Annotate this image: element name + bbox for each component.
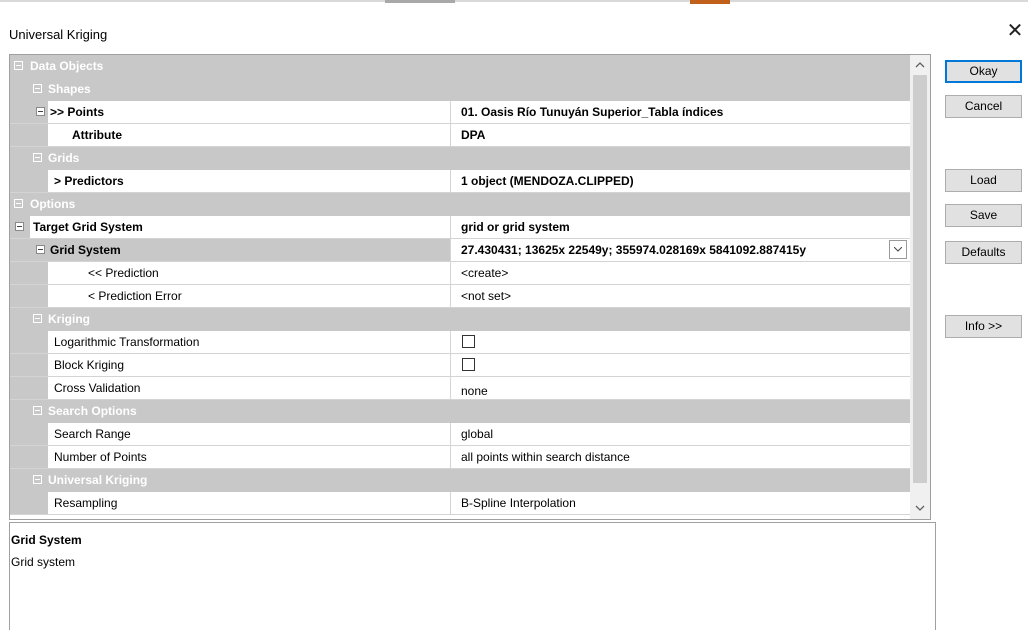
- category-grids[interactable]: Grids: [10, 147, 910, 170]
- background-window-edge: [0, 0, 1028, 4]
- category-label: Options: [30, 197, 76, 211]
- collapse-icon[interactable]: [33, 475, 42, 484]
- property-grid[interactable]: Data Objects Shapes >> Points 01. Oasis …: [9, 54, 931, 520]
- scroll-down-icon[interactable]: [913, 501, 927, 515]
- property-row-resampling[interactable]: Resampling B-Spline Interpolation: [10, 492, 910, 515]
- description-text: Grid system: [11, 555, 76, 569]
- property-label: Search Range: [54, 427, 131, 441]
- property-value[interactable]: grid or grid system: [461, 216, 570, 238]
- grid-system-dropdown[interactable]: [889, 240, 907, 259]
- title-bar: Universal Kriging ✕: [0, 6, 1028, 50]
- property-label: Grid System: [50, 243, 121, 257]
- category-label: Shapes: [48, 82, 91, 96]
- property-label: Resampling: [54, 496, 118, 510]
- property-row-grid-system[interactable]: Grid System 27.430431; 13625x 22549y; 35…: [10, 239, 910, 262]
- category-label: Grids: [48, 151, 80, 165]
- collapse-icon[interactable]: [14, 199, 23, 208]
- property-value[interactable]: <not set>: [461, 285, 511, 307]
- collapse-icon[interactable]: [15, 222, 24, 231]
- cancel-button[interactable]: Cancel: [945, 95, 1022, 118]
- property-row-search-range[interactable]: Search Range global: [10, 423, 910, 446]
- category-label: Data Objects: [30, 59, 104, 73]
- property-value[interactable]: all points within search distance: [461, 446, 630, 468]
- property-row-points[interactable]: >> Points 01. Oasis Río Tunuyán Superior…: [10, 101, 910, 124]
- vertical-scrollbar[interactable]: [910, 55, 930, 519]
- property-value[interactable]: 01. Oasis Río Tunuyán Superior_Tabla índ…: [461, 101, 723, 123]
- property-row-predictors[interactable]: > Predictors 1 object (MENDOZA.CLIPPED): [10, 170, 910, 193]
- block-kriging-checkbox[interactable]: [462, 358, 475, 371]
- log-transform-checkbox[interactable]: [462, 335, 475, 348]
- property-label: Attribute: [72, 128, 122, 142]
- property-label: > Predictors: [54, 174, 124, 188]
- category-label: Search Options: [48, 404, 137, 418]
- property-value[interactable]: DPA: [461, 124, 485, 146]
- okay-button[interactable]: Okay: [945, 60, 1022, 83]
- property-row-log-transform[interactable]: Logarithmic Transformation: [10, 331, 910, 354]
- property-value[interactable]: 27.430431; 13625x 22549y; 355974.028169x…: [461, 239, 806, 261]
- category-options[interactable]: Options: [10, 193, 910, 216]
- property-value[interactable]: none: [461, 380, 488, 399]
- info-button[interactable]: Info >>: [945, 315, 1022, 338]
- description-title: Grid System: [11, 533, 82, 547]
- property-row-prediction-error[interactable]: < Prediction Error <not set>: [10, 285, 910, 308]
- collapse-icon[interactable]: [33, 153, 42, 162]
- category-search-options[interactable]: Search Options: [10, 400, 910, 423]
- load-button[interactable]: Load: [945, 169, 1022, 192]
- property-row-cross-validation[interactable]: Cross Validation none: [10, 377, 910, 400]
- category-shapes[interactable]: Shapes: [10, 78, 910, 101]
- property-label: Number of Points: [54, 450, 147, 464]
- description-panel: Grid System Grid system: [9, 522, 936, 630]
- property-label: < Prediction Error: [88, 289, 182, 303]
- property-label: << Prediction: [88, 266, 159, 280]
- chevron-down-icon: [894, 247, 902, 252]
- property-label: Target Grid System: [33, 220, 143, 234]
- collapse-icon[interactable]: [33, 406, 42, 415]
- property-value[interactable]: B-Spline Interpolation: [461, 492, 576, 514]
- property-row-number-of-points[interactable]: Number of Points all points within searc…: [10, 446, 910, 469]
- property-row-block-kriging[interactable]: Block Kriging: [10, 354, 910, 377]
- collapse-icon[interactable]: [36, 245, 45, 254]
- collapse-icon[interactable]: [14, 61, 23, 70]
- property-label: >> Points: [50, 105, 105, 119]
- window-title: Universal Kriging: [9, 27, 108, 42]
- defaults-button[interactable]: Defaults: [945, 241, 1022, 264]
- collapse-icon[interactable]: [36, 107, 45, 116]
- property-row-attribute[interactable]: Attribute DPA: [10, 124, 910, 147]
- category-data-objects[interactable]: Data Objects: [10, 55, 910, 78]
- category-kriging[interactable]: Kriging: [10, 308, 910, 331]
- close-icon[interactable]: ✕: [1005, 21, 1025, 41]
- property-value[interactable]: 1 object (MENDOZA.CLIPPED): [461, 170, 634, 192]
- property-label: Block Kriging: [54, 358, 125, 372]
- scroll-up-icon[interactable]: [913, 58, 927, 72]
- save-button[interactable]: Save: [945, 204, 1022, 227]
- category-label: Universal Kriging: [48, 473, 148, 487]
- property-row-target-grid-system[interactable]: Target Grid System grid or grid system: [10, 216, 910, 239]
- property-label: Cross Validation: [54, 381, 141, 395]
- collapse-icon[interactable]: [33, 84, 42, 93]
- property-value[interactable]: global: [461, 423, 493, 445]
- scrollbar-thumb[interactable]: [913, 75, 927, 483]
- property-value[interactable]: <create>: [461, 262, 508, 284]
- property-row-prediction[interactable]: << Prediction <create>: [10, 262, 910, 285]
- collapse-icon[interactable]: [33, 314, 42, 323]
- property-label: Logarithmic Transformation: [54, 335, 200, 349]
- category-universal-kriging[interactable]: Universal Kriging: [10, 469, 910, 492]
- category-label: Kriging: [48, 312, 90, 326]
